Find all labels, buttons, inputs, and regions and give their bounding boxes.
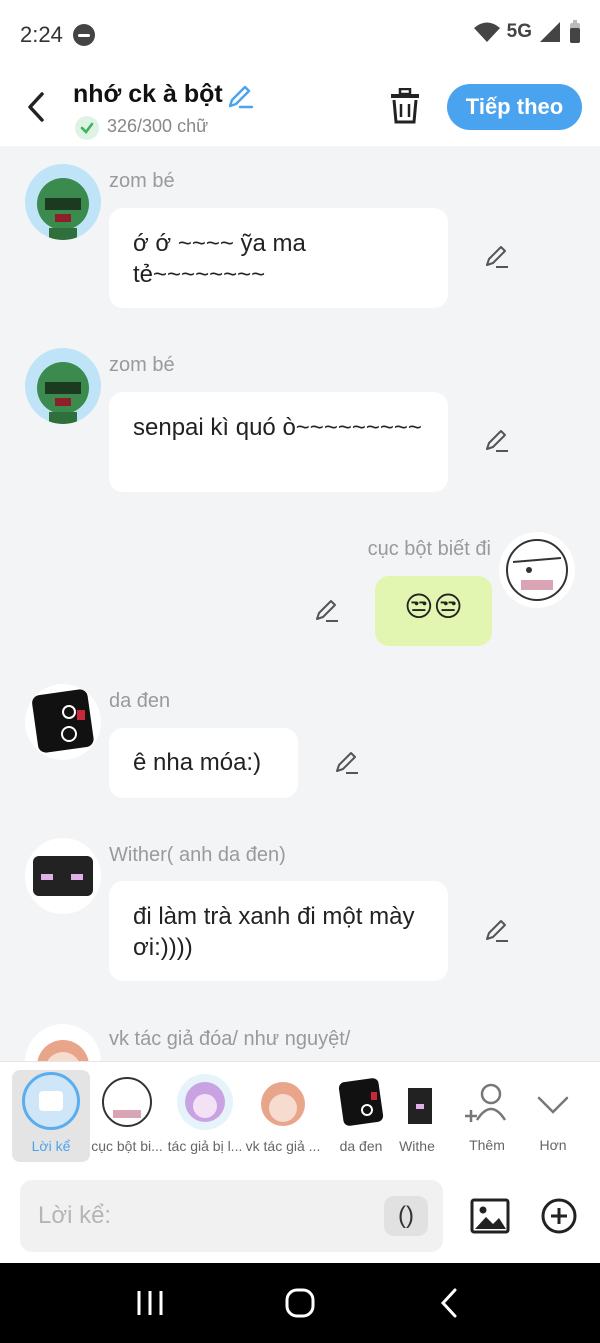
chat-message: zom bé ớ ớ ~~~~ ỹa ma tẻ~~~~~~~~: [0, 164, 600, 314]
wither-avatar-image: [33, 856, 93, 896]
character-selector: Lời kể cục bột bi... tác giả bị l... vk …: [0, 1061, 600, 1169]
sender-name: da đen: [109, 690, 171, 712]
sender-name: vk tác giả đóa/ như nguyệt/: [109, 1028, 351, 1050]
chat-message-own: cục bột biết đi 😒😒: [0, 532, 600, 652]
character-item[interactable]: vk tác giả ...: [244, 1070, 322, 1162]
message-bubble[interactable]: senpai kì quó ò~~~~~~~~~: [109, 392, 448, 492]
zombie-avatar-image: [37, 178, 89, 240]
back-arrow-icon[interactable]: [22, 90, 52, 124]
check-icon: [75, 116, 99, 140]
editor-header: nhớ ck à bột 326/300 chữ Tiếp theo: [0, 70, 600, 146]
edit-title-pencil-icon[interactable]: [226, 82, 254, 110]
sender-name: zom bé: [109, 170, 175, 192]
sender-name: cục bột biết đi: [367, 538, 491, 560]
character-item[interactable]: da đen: [322, 1070, 400, 1162]
edit-message-pencil-icon[interactable]: [484, 428, 510, 454]
edit-message-pencil-icon[interactable]: [334, 750, 360, 776]
status-bar: 2:24 5G: [0, 0, 600, 70]
message-bubble[interactable]: 😒😒: [375, 576, 492, 646]
recent-apps-icon[interactable]: [130, 1285, 170, 1321]
signal-icon: [540, 22, 560, 42]
character-avatar[interactable]: [25, 684, 101, 760]
trash-icon[interactable]: [388, 88, 422, 124]
more-characters-button[interactable]: Hơn: [514, 1070, 592, 1162]
character-item[interactable]: tác giả bị l...: [166, 1070, 244, 1162]
chat-message: Wither( anh da đen) đi làm trà xanh đi m…: [0, 836, 600, 986]
character-label: vk tác giả ...: [245, 1138, 321, 1154]
character-label: Lời kể: [31, 1138, 71, 1154]
sender-name: zom bé: [109, 354, 175, 376]
battery-icon: [570, 20, 580, 43]
vk-tac-gia-avatar-image: [37, 1040, 89, 1061]
character-avatar[interactable]: [25, 164, 101, 240]
character-avatar: [177, 1074, 233, 1130]
character-avatar: [404, 1074, 434, 1130]
character-label: da đen: [339, 1138, 383, 1154]
do-not-disturb-icon: [73, 24, 95, 46]
add-person-icon: [465, 1083, 507, 1122]
zombie-avatar-image: [37, 362, 89, 424]
message-bubble[interactable]: ê nha móa:): [109, 728, 298, 798]
chat-message: zom bé senpai kì quó ò~~~~~~~~~: [0, 348, 600, 498]
chat-message: vk tác giả đóa/ như nguyệt/: [0, 1024, 600, 1061]
edit-message-pencil-icon[interactable]: [484, 918, 510, 944]
character-label: tác giả bị l...: [167, 1138, 243, 1154]
next-button[interactable]: Tiếp theo: [447, 84, 582, 130]
character-avatar: [255, 1074, 311, 1130]
cuc-bot-avatar-image: [506, 539, 568, 601]
chat-area: zom bé ớ ớ ~~~~ ỹa ma tẻ~~~~~~~~ zom bé …: [0, 146, 600, 1061]
character-label: Withe: [399, 1138, 435, 1154]
edit-message-pencil-icon[interactable]: [314, 598, 340, 624]
word-count: 326/300 chữ: [107, 116, 209, 136]
message-input[interactable]: [20, 1180, 443, 1252]
message-bubble[interactable]: ớ ớ ~~~~ ỹa ma tẻ~~~~~~~~: [109, 208, 448, 308]
edit-message-pencil-icon[interactable]: [484, 244, 510, 270]
wifi-icon: [473, 22, 500, 42]
character-avatar[interactable]: [25, 1024, 101, 1061]
message-bubble[interactable]: đi làm trà xanh đi một mày ơi:)))): [109, 881, 448, 981]
character-avatar[interactable]: [25, 838, 101, 914]
chevron-down-icon: [537, 1096, 569, 1114]
narration-character[interactable]: Lời kể: [12, 1070, 90, 1162]
character-avatar: [99, 1074, 155, 1130]
image-icon[interactable]: [470, 1197, 510, 1235]
story-title[interactable]: nhớ ck à bột: [73, 80, 223, 109]
home-icon[interactable]: [280, 1285, 320, 1321]
composer-bar: (): [0, 1169, 600, 1263]
da-den-avatar-image: [32, 689, 94, 753]
character-avatar: [333, 1074, 389, 1130]
character-label: cục bột bi...: [91, 1138, 163, 1154]
narration-icon: [22, 1072, 80, 1130]
network-type-label: 5G: [506, 21, 532, 42]
parentheses-button[interactable]: (): [384, 1196, 428, 1236]
status-icons: 5G: [473, 20, 582, 44]
character-avatar[interactable]: [499, 532, 575, 608]
status-time: 2:24: [20, 22, 63, 47]
character-item[interactable]: cục bột bi...: [88, 1070, 166, 1162]
back-icon[interactable]: [430, 1285, 470, 1321]
system-navigation-bar: [0, 1263, 600, 1343]
character-item[interactable]: Withe: [398, 1070, 436, 1162]
sender-name: Wither( anh da đen): [109, 844, 286, 866]
character-avatar[interactable]: [25, 348, 101, 424]
add-circle-icon[interactable]: [540, 1197, 578, 1235]
chat-message: da đen ê nha móa:): [0, 684, 600, 804]
character-label: Hơn: [539, 1137, 567, 1153]
